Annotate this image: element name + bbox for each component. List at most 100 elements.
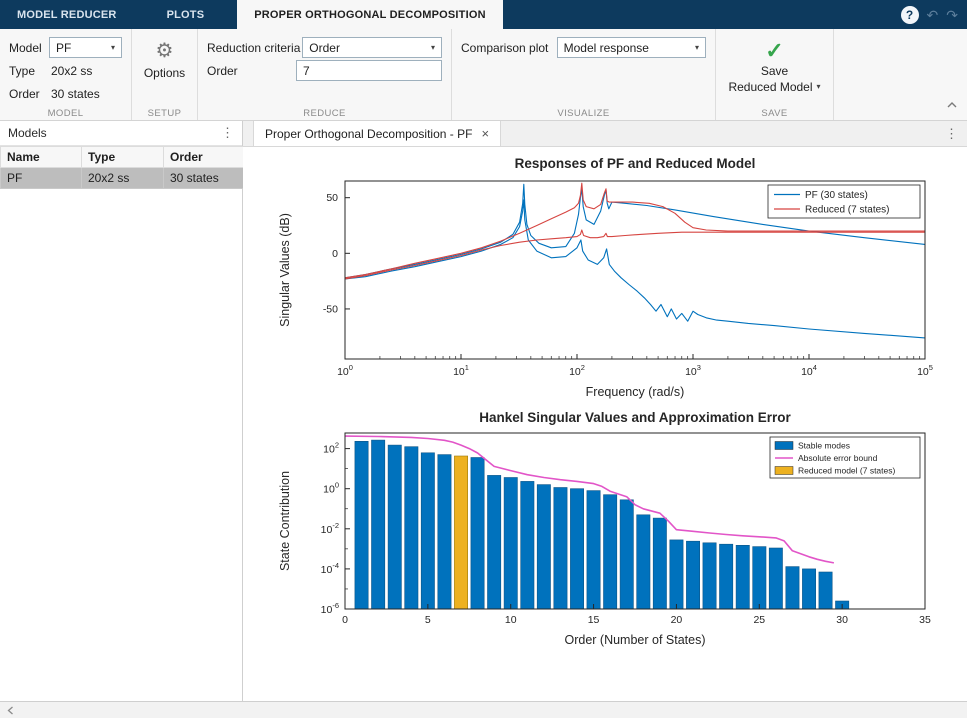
svg-text:Hankel Singular Values and App: Hankel Singular Values and Approximation…	[479, 410, 791, 425]
svg-text:35: 35	[919, 614, 931, 626]
close-icon[interactable]: ×	[481, 126, 489, 141]
svg-text:10: 10	[505, 614, 517, 626]
setup-section-title: SETUP	[132, 108, 197, 119]
save-reduced-model-button[interactable]: ✓ Save Reduced Model ▾	[725, 36, 824, 95]
minimize-panel-icon[interactable]	[5, 705, 16, 716]
document-tab-title: Proper Orthogonal Decomposition - PF	[265, 127, 472, 141]
comparison-plot-dropdown[interactable]: Model response ▾	[557, 37, 706, 58]
table-row[interactable]: PF 20x2 ss 30 states	[1, 168, 244, 189]
titlebar-actions: ? ↶ ↷	[901, 0, 967, 29]
svg-text:101: 101	[453, 363, 469, 378]
model-dropdown[interactable]: PF ▾	[49, 37, 122, 58]
models-col-name[interactable]: Name	[1, 147, 82, 168]
plots-container: Responses of PF and Reduced Model1001011…	[243, 147, 967, 701]
models-table: Name Type Order PF 20x2 ss 30 states	[0, 146, 244, 189]
chevron-down-icon: ▾	[817, 79, 821, 95]
model-name-cell[interactable]: PF	[1, 168, 82, 189]
svg-text:Absolute error bound: Absolute error bound	[798, 453, 878, 463]
model-section-title: MODEL	[0, 108, 131, 119]
document-area: Proper Orthogonal Decomposition - PF × ⋮…	[243, 121, 967, 701]
save-section-title: SAVE	[716, 108, 833, 119]
model-label: Model	[9, 41, 49, 55]
order-label: Order	[9, 87, 51, 101]
svg-text:102: 102	[569, 363, 585, 378]
ribbon-section-reduce: Reduction criteria Order ▾ Order REDUCE	[198, 29, 452, 120]
response-plot: Responses of PF and Reduced Model 100 101 1…	[265, 151, 955, 403]
options-button[interactable]: ⚙ Options	[141, 36, 188, 80]
save-button-line1: Save	[761, 63, 788, 79]
svg-text:10-6: 10-6	[321, 601, 339, 616]
svg-text:State Contribution: State Contribution	[278, 471, 292, 571]
tab-plots[interactable]: PLOTS	[150, 0, 222, 29]
svg-text:Responses of PF and Reduced Mo: Responses of PF and Reduced Model	[515, 156, 756, 171]
chevron-down-icon: ▾	[105, 43, 115, 52]
models-col-type[interactable]: Type	[82, 147, 164, 168]
tab-model-reducer[interactable]: MODEL REDUCER	[0, 0, 134, 29]
svg-text:15: 15	[588, 614, 600, 626]
order-value: 30 states	[51, 87, 100, 101]
svg-text:Frequency (rad/s): Frequency (rad/s)	[586, 385, 685, 399]
comparison-plot-label: Comparison plot	[461, 41, 557, 55]
svg-text:102: 102	[323, 441, 339, 456]
reduce-section-title: REDUCE	[198, 108, 451, 119]
svg-text:PF (30 states): PF (30 states)	[805, 190, 868, 201]
svg-text:105: 105	[917, 363, 933, 378]
ribbon-section-save: ✓ Save Reduced Model ▾ SAVE	[716, 29, 834, 120]
models-panel: Models ⋮ Name Type Order PF 20x2 ss 30 s…	[0, 121, 243, 701]
models-col-order[interactable]: Order	[164, 147, 244, 168]
ribbon-section-visualize: Comparison plot Model response ▾ VISUALI…	[452, 29, 716, 120]
svg-text:0: 0	[342, 614, 348, 626]
svg-text:Stable modes: Stable modes	[798, 441, 850, 451]
undo-icon[interactable]: ↶	[927, 8, 939, 22]
response-plot-wrap: Responses of PF and Reduced Model 100 101 1…	[265, 151, 967, 403]
order-input[interactable]	[296, 60, 442, 81]
svg-text:104: 104	[801, 363, 817, 378]
help-icon[interactable]: ?	[901, 6, 919, 24]
models-panel-title: Models	[8, 126, 47, 140]
svg-text:0: 0	[332, 248, 338, 260]
type-label: Type	[9, 64, 51, 78]
gear-icon: ⚙	[156, 39, 174, 63]
visualize-section-title: VISUALIZE	[452, 108, 715, 119]
redo-icon[interactable]: ↷	[946, 8, 958, 22]
type-value: 20x2 ss	[51, 64, 92, 78]
ribbon-toolstrip: Model PF ▾ Type 20x2 ss Order 30 states …	[0, 29, 967, 121]
collapse-ribbon-icon[interactable]	[946, 97, 958, 115]
reduce-order-label: Order	[207, 64, 296, 78]
document-menu-icon[interactable]: ⋮	[945, 121, 967, 146]
document-tab-pod-pf[interactable]: Proper Orthogonal Decomposition - PF ×	[253, 121, 501, 146]
hsv-plot: Hankel Singular Values and Approximation…	[265, 407, 955, 653]
comparison-plot-value: Model response	[564, 41, 649, 55]
svg-text:-50: -50	[323, 303, 338, 315]
save-button-line2: Reduced Model	[728, 79, 812, 95]
svg-text:5: 5	[425, 614, 431, 626]
chevron-down-icon: ▾	[689, 43, 699, 52]
svg-text:100: 100	[337, 363, 353, 378]
svg-text:103: 103	[685, 363, 701, 378]
svg-text:30: 30	[836, 614, 848, 626]
workspace: Models ⋮ Name Type Order PF 20x2 ss 30 s…	[0, 121, 967, 701]
app-toolstrip-tabbar: MODEL REDUCER PLOTS PROPER ORTHOGONAL DE…	[0, 0, 967, 29]
model-type-cell[interactable]: 20x2 ss	[82, 168, 164, 189]
ribbon-section-model: Model PF ▾ Type 20x2 ss Order 30 states …	[0, 29, 132, 120]
svg-text:100: 100	[323, 481, 339, 496]
document-tabstrip: Proper Orthogonal Decomposition - PF × ⋮	[243, 121, 967, 147]
tab-proper-orthogonal-decomposition[interactable]: PROPER ORTHOGONAL DECOMPOSITION	[237, 0, 503, 29]
options-label: Options	[144, 66, 185, 80]
hsv-plot-wrap: Hankel Singular Values and Approximation…	[265, 407, 967, 653]
reduction-criteria-value: Order	[309, 41, 340, 55]
svg-text:Reduced (7 states): Reduced (7 states)	[805, 205, 890, 216]
model-order-cell[interactable]: 30 states	[164, 168, 244, 189]
svg-text:25: 25	[753, 614, 765, 626]
reduction-criteria-dropdown[interactable]: Order ▾	[302, 37, 442, 58]
ribbon-section-setup: ⚙ Options SETUP	[132, 29, 198, 120]
svg-text:Reduced model (7 states): Reduced model (7 states)	[798, 466, 895, 476]
svg-text:50: 50	[326, 192, 338, 204]
svg-text:10-2: 10-2	[321, 521, 339, 536]
models-panel-menu-icon[interactable]: ⋮	[221, 125, 234, 141]
chevron-down-icon: ▾	[425, 43, 435, 52]
status-bar	[0, 701, 967, 718]
reduction-criteria-label: Reduction criteria	[207, 41, 302, 55]
svg-text:Singular Values (dB): Singular Values (dB)	[278, 213, 292, 327]
svg-text:20: 20	[671, 614, 683, 626]
